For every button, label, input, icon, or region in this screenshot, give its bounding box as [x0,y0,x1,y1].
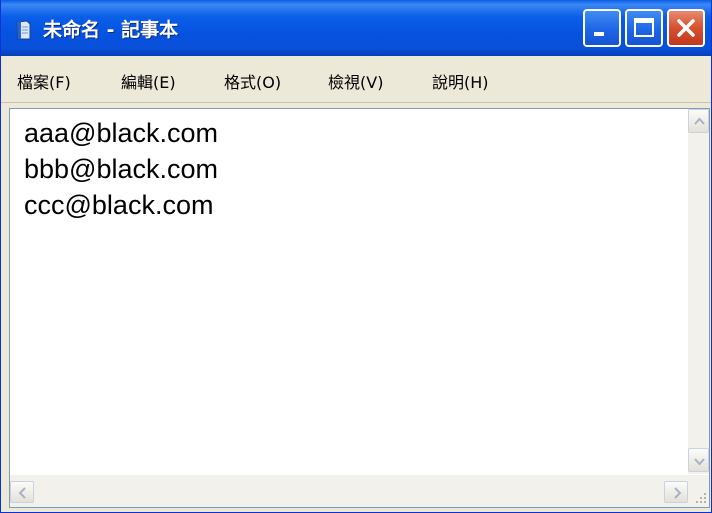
text-line: ccc@black.com [24,190,214,220]
menu-view[interactable]: 檢視(V) [328,69,383,93]
close-button[interactable] [667,9,705,47]
menu-file[interactable]: 檔案(F) [17,69,71,93]
menu-edit[interactable]: 編輯(E) [121,69,176,93]
resize-grip-icon [696,493,706,503]
minimize-button[interactable] [583,9,621,47]
notepad-window: 未命名 - 記事本 檔案(F) 編輯(E) 格式(O) 檢視(V) 說明(H) [0,0,712,513]
scroll-left-button[interactable] [10,481,34,503]
horizontal-scrollbar[interactable] [10,475,688,507]
chevron-right-icon [674,487,682,499]
menu-format[interactable]: 格式(O) [224,69,281,93]
menu-bar: 檔案(F) 編輯(E) 格式(O) 檢視(V) 說明(H) [1,56,711,103]
menu-help[interactable]: 說明(H) [432,69,489,93]
editor-content[interactable]: aaa@black.com bbb@black.com ccc@black.co… [24,115,674,223]
scroll-down-button[interactable] [688,448,709,472]
close-icon [677,19,695,37]
window-title: 未命名 - 記事本 [43,19,179,41]
chevron-up-icon [694,117,705,125]
minimize-icon [594,32,604,36]
vertical-scrollbar[interactable] [688,109,709,474]
text-line: bbb@black.com [24,154,218,184]
maximize-button[interactable] [625,9,663,47]
notepad-icon [15,20,33,40]
chevron-left-icon [18,487,26,499]
title-bar[interactable]: 未命名 - 記事本 [1,0,711,56]
maximize-icon [634,18,654,37]
text-line: aaa@black.com [24,118,218,148]
chevron-down-icon [694,458,705,466]
resize-grip[interactable] [688,475,709,507]
scroll-up-button[interactable] [688,109,709,133]
scroll-right-button[interactable] [664,481,688,503]
text-editor[interactable]: aaa@black.com bbb@black.com ccc@black.co… [9,108,710,508]
